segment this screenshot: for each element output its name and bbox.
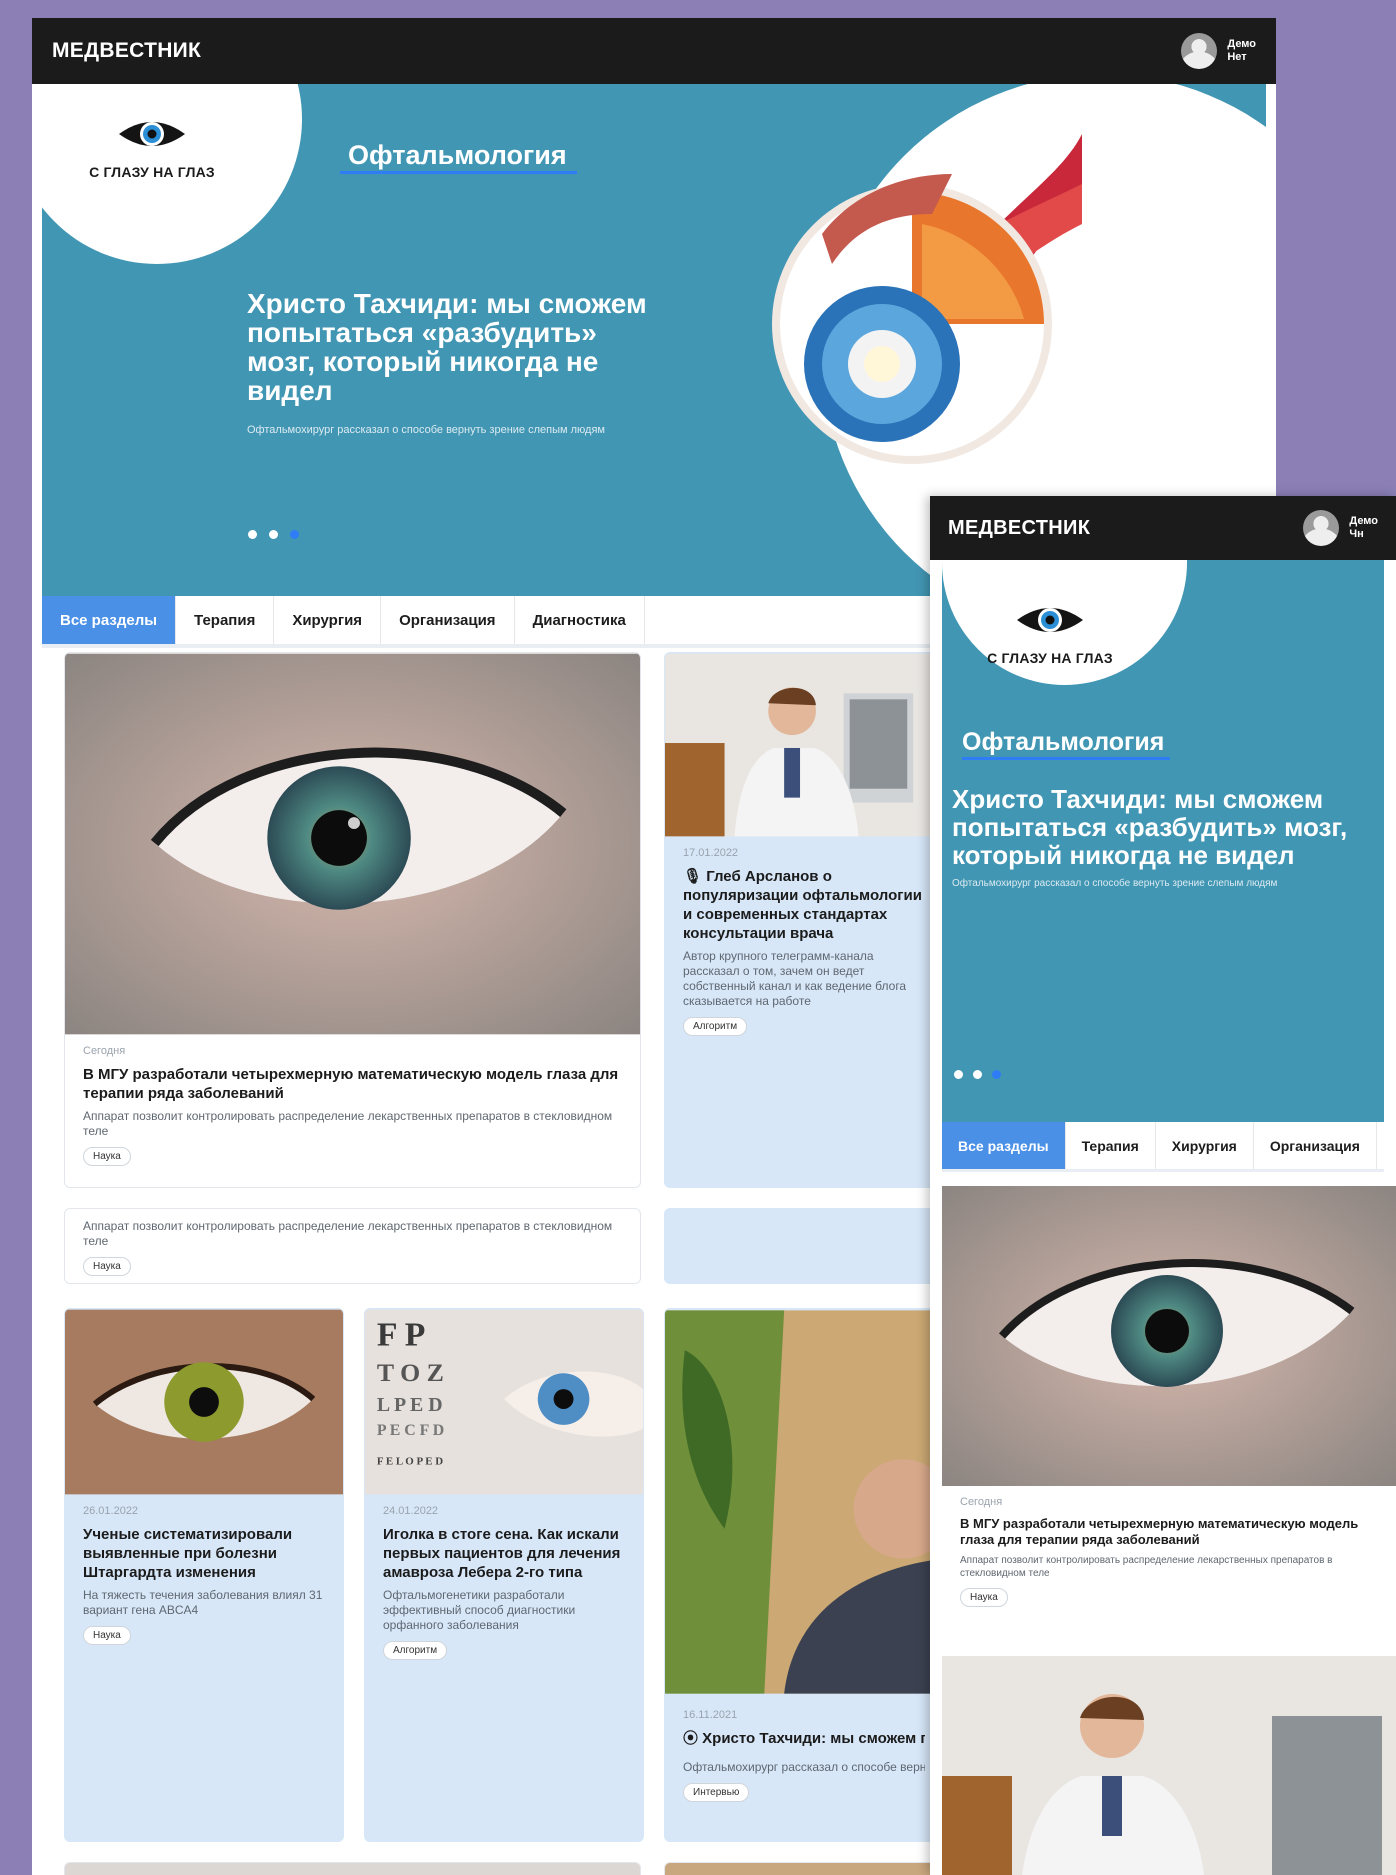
- card-description: Аппарат позволит контролировать распреде…: [83, 1219, 613, 1248]
- carousel-dot[interactable]: [269, 530, 278, 539]
- news-card-repeat[interactable]: Аппарат позволит контролировать распреде…: [64, 1208, 641, 1284]
- section-title[interactable]: Офтальмология: [962, 728, 1171, 760]
- tab-all-sections[interactable]: Все разделы: [942, 1122, 1066, 1169]
- green-eye-image: [65, 1309, 343, 1495]
- card-description: Автор крупного телеграмм-канала рассказа…: [683, 949, 907, 1008]
- user-menu[interactable]: Демо Чн: [1303, 510, 1378, 546]
- card-date: 24.01.2022: [383, 1505, 439, 1517]
- avatar[interactable]: [1303, 510, 1340, 546]
- carousel-dot[interactable]: [248, 530, 257, 539]
- hero-subtitle: Офтальмохирург рассказал о способе верну…: [247, 424, 605, 436]
- card-title[interactable]: В МГУ разработали четырехмерную математи…: [960, 1516, 1378, 1548]
- card-title[interactable]: 🎙 Глеб Арсланов о популяризации офтальмо…: [683, 867, 925, 943]
- card-tag[interactable]: Интервью: [683, 1783, 750, 1802]
- card-title[interactable]: Иголка в стоге сена. Как искали первых п…: [383, 1525, 625, 1582]
- project-logo: С ГЛАЗУ НА ГЛАЗ: [82, 114, 222, 180]
- svg-text:L P E D: L P E D: [377, 1394, 443, 1416]
- tab-organization[interactable]: Организация: [1254, 1122, 1377, 1169]
- user-name: Демо: [1227, 38, 1256, 50]
- card-tag[interactable]: Алгоритм: [683, 1017, 748, 1036]
- hero-subtitle: Офтальмохирург рассказал о способе верну…: [952, 878, 1278, 889]
- carousel-dot-active[interactable]: [290, 530, 299, 539]
- news-card-arslanov-repeat[interactable]: [664, 1208, 944, 1284]
- news-card-peek[interactable]: [64, 1862, 641, 1875]
- hero-title[interactable]: Христо Тахчиди: мы сможем попытаться «ра…: [247, 289, 667, 405]
- interview-photo-image: [665, 1310, 943, 1694]
- logo-text: С ГЛАЗУ НА ГЛАЗ: [987, 650, 1113, 666]
- tab-therapy[interactable]: Терапия: [1066, 1122, 1156, 1169]
- card-description: Аппарат позволит контролировать распреде…: [83, 1109, 613, 1138]
- card-description: На тяжесть течения заболевания влиял 31 …: [83, 1588, 323, 1617]
- user-status: Нет: [1227, 51, 1247, 63]
- card-description: Офтальмохирург рассказал о способе верну…: [683, 1760, 925, 1774]
- carousel-dot-active[interactable]: [992, 1070, 1001, 1079]
- news-card-featured[interactable]: Сегодня В МГУ разработали четырехмерную …: [64, 652, 641, 1188]
- card-tag[interactable]: Наука: [83, 1257, 131, 1276]
- svg-text:F E L O P E D: F E L O P E D: [377, 1456, 443, 1468]
- section-tabs: Все разделы Терапия Хирургия Организация: [942, 1122, 1384, 1172]
- eye-logo-icon: [1017, 608, 1083, 632]
- section-title[interactable]: Офтальмология: [340, 140, 577, 174]
- tab-surgery[interactable]: Хирургия: [274, 596, 382, 644]
- card-title[interactable]: ⦿ Христо Тахчиди: мы сможем попытаться «…: [683, 1729, 925, 1748]
- logo-text: С ГЛАЗУ НА ГЛАЗ: [89, 164, 215, 180]
- svg-text:F P: F P: [377, 1316, 425, 1353]
- hero-title[interactable]: Христо Тахчиди: мы сможем попытаться «ра…: [952, 785, 1384, 869]
- tab-diagnostics[interactable]: Диагностика: [515, 596, 645, 644]
- eye-closeup-image: [942, 1186, 1396, 1486]
- site-logo[interactable]: МЕДВЕСТНИК: [52, 39, 201, 63]
- eye-logo-icon: [119, 122, 185, 146]
- card-tag[interactable]: Алгоритм: [383, 1641, 448, 1660]
- news-card-takhchidi[interactable]: 16.11.2021 ⦿ Христо Тахчиди: мы сможем п…: [664, 1308, 944, 1842]
- card-date: 17.01.2022: [683, 847, 739, 859]
- user-menu[interactable]: Демо Нет: [1181, 33, 1256, 69]
- card-tag[interactable]: Наука: [83, 1626, 131, 1645]
- eye-closeup-image: [65, 653, 640, 1035]
- doctor-photo-image: [942, 1656, 1396, 1875]
- news-card-arslanov[interactable]: 17.01.2022 🎙 Глеб Арсланов о популяризац…: [664, 652, 944, 1188]
- mobile-hero-banner[interactable]: С ГЛАЗУ НА ГЛАЗ Офтальмология Христо Тах…: [942, 560, 1384, 1122]
- carousel-dot[interactable]: [973, 1070, 982, 1079]
- user-status: Чн: [1349, 528, 1364, 540]
- svg-text:T O Z: T O Z: [377, 1358, 444, 1387]
- card-title[interactable]: В МГУ разработали четырехмерную математи…: [83, 1065, 622, 1103]
- news-card-featured[interactable]: Сегодня В МГУ разработали четырехмерную …: [942, 1186, 1396, 1638]
- news-card-leber[interactable]: F P T O Z L P E D P E C F D F E L O P E …: [364, 1308, 644, 1842]
- carousel-dot[interactable]: [954, 1070, 963, 1079]
- tab-all-sections[interactable]: Все разделы: [42, 596, 177, 644]
- top-bar: МЕДВЕСТНИК Демо Нет: [32, 18, 1276, 84]
- mobile-top-bar: МЕДВЕСТНИК Демо Чн: [930, 496, 1396, 560]
- site-logo[interactable]: МЕДВЕСТНИК: [948, 517, 1090, 540]
- carousel-dots: [954, 1070, 1001, 1079]
- card-date: 26.01.2022: [83, 1505, 139, 1517]
- doctor-photo-image: [665, 653, 943, 837]
- tab-organization[interactable]: Организация: [381, 596, 515, 644]
- svg-text:P E C F D: P E C F D: [377, 1422, 444, 1439]
- card-date: Сегодня: [83, 1045, 126, 1057]
- card-description: Офтальмогенетики разработали эффективный…: [383, 1588, 576, 1632]
- card-tag[interactable]: Наука: [83, 1147, 131, 1166]
- news-card-peek[interactable]: [664, 1862, 944, 1875]
- eye-chart-image: F P T O Z L P E D P E C F D F E L O P E …: [365, 1309, 643, 1495]
- card-date: 16.11.2021: [683, 1709, 738, 1721]
- carousel-dots: [248, 530, 299, 539]
- user-name: Демо: [1349, 515, 1378, 527]
- mobile-window: МЕДВЕСТНИК Демо Чн С ГЛАЗУ НА ГЛАЗ Офтал…: [930, 496, 1396, 1875]
- project-logo: С ГЛАЗУ НА ГЛАЗ: [980, 600, 1120, 666]
- avatar[interactable]: [1181, 33, 1218, 69]
- news-card-stargardt[interactable]: 26.01.2022 Ученые систематизировали выяв…: [64, 1308, 344, 1842]
- tab-surgery[interactable]: Хирургия: [1156, 1122, 1254, 1169]
- tab-therapy[interactable]: Терапия: [176, 596, 275, 644]
- card-tag[interactable]: Наука: [960, 1588, 1008, 1607]
- eyeball-anatomy-image: [772, 134, 1082, 464]
- card-title[interactable]: Ученые систематизировали выявленные при …: [83, 1525, 325, 1582]
- card-date: Сегодня: [960, 1496, 1003, 1508]
- card-description: Аппарат позволит контролировать распреде…: [960, 1555, 1333, 1579]
